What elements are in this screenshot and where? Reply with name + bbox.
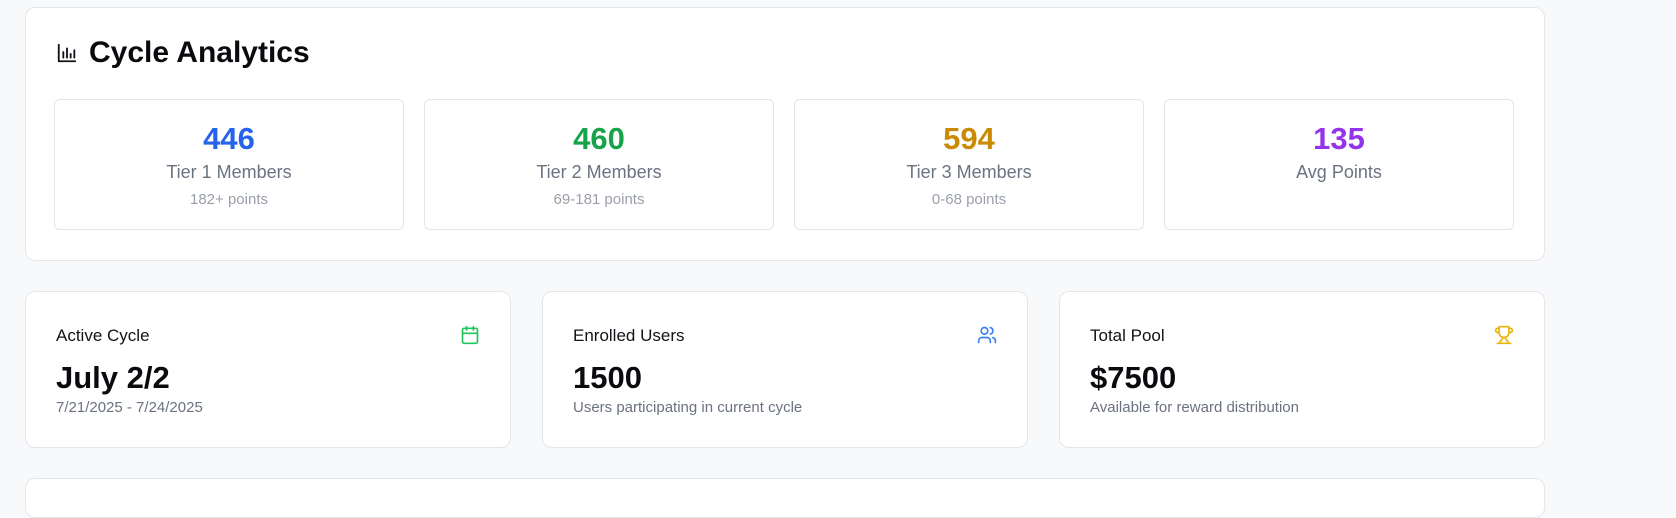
tier-3-label: Tier 3 Members <box>906 162 1032 182</box>
next-section-card <box>25 478 1545 518</box>
avg-points-stat: 135 Avg Points <box>1164 99 1514 230</box>
tier-3-count: 594 <box>943 121 995 156</box>
active-cycle-card: Active Cycle July 2/2 7/21/2025 - 7/24/2… <box>25 291 511 448</box>
avg-points-value: 135 <box>1313 121 1365 156</box>
total-pool-card: Total Pool $7500 Available for reward di… <box>1059 291 1545 448</box>
enrolled-users-label: Enrolled Users <box>573 326 685 345</box>
tier-1-range: 182+ points <box>190 191 268 208</box>
enrolled-users-card: Enrolled Users 1500 Users participating … <box>542 291 1028 448</box>
tier-2-range: 69-181 points <box>553 191 645 208</box>
avg-points-label: Avg Points <box>1296 162 1382 182</box>
enrolled-users-value: 1500 <box>573 360 642 395</box>
total-pool-value: $7500 <box>1090 360 1177 395</box>
active-cycle-value: July 2/2 <box>56 360 170 395</box>
calendar-icon <box>460 325 480 345</box>
active-cycle-label: Active Cycle <box>56 326 150 345</box>
page-title: Cycle Analytics <box>89 36 310 69</box>
bar-chart-icon <box>56 42 78 64</box>
tier-3-range: 0-68 points <box>931 191 1007 208</box>
total-pool-desc: Available for reward distribution <box>1090 399 1299 416</box>
enrolled-users-desc: Users participating in current cycle <box>573 399 803 416</box>
tier-1-label: Tier 1 Members <box>166 162 292 182</box>
tier-2-count: 460 <box>573 121 625 156</box>
users-icon <box>977 325 997 345</box>
tier-1-count: 446 <box>203 121 255 156</box>
trophy-icon <box>1494 325 1514 345</box>
tier-3-stat: 594 Tier 3 Members 0-68 points <box>794 99 1144 230</box>
analytics-header: Cycle Analytics <box>56 36 310 70</box>
tier-2-label: Tier 2 Members <box>536 162 662 182</box>
cycle-analytics-card: Cycle Analytics 446 Tier 1 Members 182+ … <box>25 7 1545 261</box>
active-cycle-dates: 7/21/2025 - 7/24/2025 <box>56 399 203 416</box>
tier-1-stat: 446 Tier 1 Members 182+ points <box>54 99 404 230</box>
tier-2-stat: 460 Tier 2 Members 69-181 points <box>424 99 774 230</box>
total-pool-label: Total Pool <box>1090 326 1165 345</box>
